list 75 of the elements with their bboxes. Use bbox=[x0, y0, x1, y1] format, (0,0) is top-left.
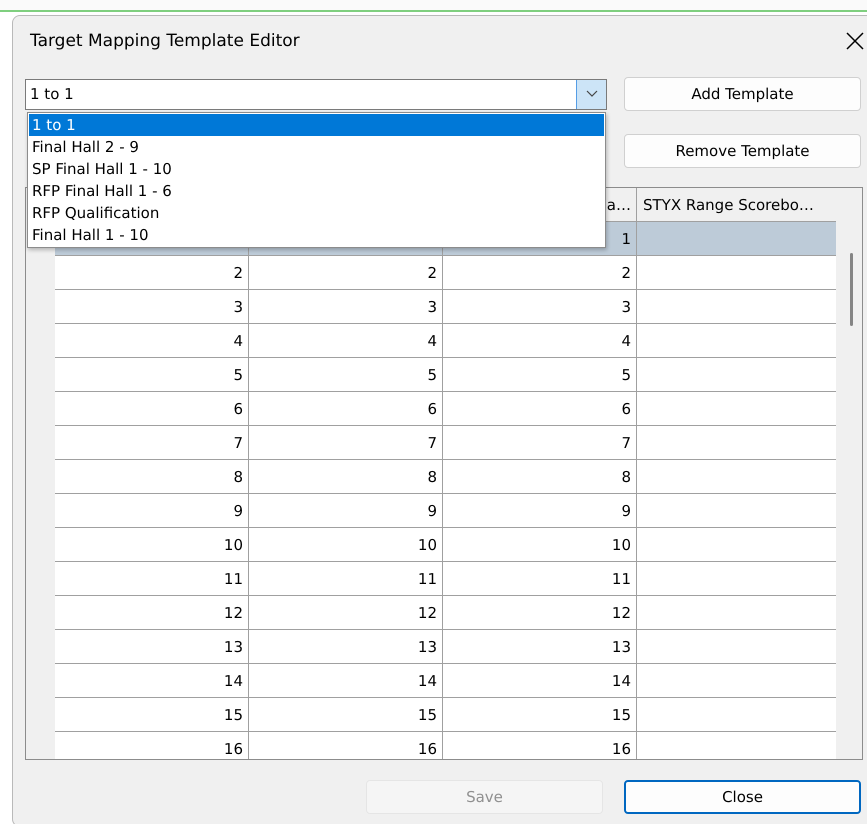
table-cell: 4 bbox=[233, 332, 243, 350]
table-cell: 9 bbox=[621, 502, 631, 520]
table-cell: 10 bbox=[612, 536, 631, 554]
table-cell: 15 bbox=[612, 706, 631, 724]
table-cell: 14 bbox=[612, 672, 631, 690]
table-row[interactable]: 3 3 3 bbox=[26, 290, 862, 324]
table-cell: 11 bbox=[612, 570, 631, 588]
table-cell: 13 bbox=[612, 638, 631, 656]
table-cell: 8 bbox=[427, 468, 437, 486]
table-cell: 6 bbox=[427, 400, 437, 418]
dropdown-item[interactable]: Final Hall 2 - 9 bbox=[29, 136, 604, 158]
table-cell: 5 bbox=[233, 366, 243, 384]
table-row[interactable]: 10 10 10 bbox=[26, 528, 862, 562]
table-row[interactable]: 7 7 7 bbox=[26, 426, 862, 460]
table-row[interactable]: 15 15 15 bbox=[26, 698, 862, 732]
table-cell: 12 bbox=[224, 604, 243, 622]
table-row[interactable]: 14 14 14 bbox=[26, 664, 862, 698]
table-row[interactable]: 5 5 5 bbox=[26, 358, 862, 392]
table-cell: 14 bbox=[418, 672, 437, 690]
table-cell: 2 bbox=[427, 264, 437, 282]
table-cell: 13 bbox=[224, 638, 243, 656]
table-cell: 7 bbox=[233, 434, 243, 452]
table-cell: 15 bbox=[418, 706, 437, 724]
table-row[interactable]: 11 11 11 bbox=[26, 562, 862, 596]
table-cell: 16 bbox=[418, 740, 437, 758]
table-cell: 10 bbox=[418, 536, 437, 554]
table-cell: 3 bbox=[233, 298, 243, 316]
table-row[interactable]: 13 13 13 bbox=[26, 630, 862, 664]
table-row[interactable]: 6 6 6 bbox=[26, 392, 862, 426]
table-cell: 11 bbox=[418, 570, 437, 588]
window-title: Target Mapping Template Editor bbox=[30, 31, 301, 51]
table-cell: 16 bbox=[224, 740, 243, 758]
table-cell: 8 bbox=[621, 468, 631, 486]
dropdown-item[interactable]: RFP Qualification bbox=[29, 202, 604, 224]
table-cell: 7 bbox=[427, 434, 437, 452]
table-cell: 6 bbox=[233, 400, 243, 418]
table-row[interactable]: 16 16 16 bbox=[26, 732, 862, 759]
table-cell: 6 bbox=[621, 400, 631, 418]
button[interactable]: Add Template bbox=[624, 77, 861, 111]
table-cell: 9 bbox=[233, 502, 243, 520]
table-cell: 15 bbox=[224, 706, 243, 724]
table-cell: 10 bbox=[224, 536, 243, 554]
dropdown-item[interactable]: 1 to 1 bbox=[29, 114, 604, 136]
table-row[interactable]: 9 9 9 bbox=[26, 494, 862, 528]
chevron-down-icon bbox=[586, 90, 598, 98]
table-row[interactable]: 12 12 12 bbox=[26, 596, 862, 630]
close-icon[interactable] bbox=[846, 32, 864, 50]
table-cell: 7 bbox=[621, 434, 631, 452]
table-cell: 1 bbox=[621, 230, 631, 248]
button[interactable]: Remove Template bbox=[624, 134, 861, 168]
table-cell: 3 bbox=[427, 298, 437, 316]
button[interactable]: Close bbox=[624, 780, 861, 814]
table-cell: 12 bbox=[612, 604, 631, 622]
table-cell: 5 bbox=[427, 366, 437, 384]
template-dropdown[interactable]: 1 to 1 bbox=[25, 78, 607, 110]
dropdown-item[interactable]: RFP Final Hall 1 - 6 bbox=[29, 180, 604, 202]
dropdown-item[interactable]: SP Final Hall 1 - 10 bbox=[29, 158, 604, 180]
scrollbar-thumb[interactable] bbox=[850, 253, 853, 326]
table-cell: 5 bbox=[621, 366, 631, 384]
table-cell: 11 bbox=[224, 570, 243, 588]
table-cell: 16 bbox=[612, 740, 631, 758]
table-cell: 12 bbox=[418, 604, 437, 622]
table-cell: 14 bbox=[224, 672, 243, 690]
table-cell: 9 bbox=[427, 502, 437, 520]
table-cell: 3 bbox=[621, 298, 631, 316]
table-cell: 2 bbox=[233, 264, 243, 282]
table-cell: 2 bbox=[621, 264, 631, 282]
table-row[interactable]: 2 2 2 bbox=[26, 256, 862, 290]
table-cell: 4 bbox=[621, 332, 631, 350]
dropdown-item[interactable]: Final Hall 1 - 10 bbox=[29, 224, 604, 246]
table-cell: 13 bbox=[418, 638, 437, 656]
table-cell: 4 bbox=[427, 332, 437, 350]
table-row[interactable]: 8 8 8 bbox=[26, 460, 862, 494]
table-row[interactable]: 4 4 4 bbox=[26, 324, 862, 358]
table-cell: 8 bbox=[233, 468, 243, 486]
